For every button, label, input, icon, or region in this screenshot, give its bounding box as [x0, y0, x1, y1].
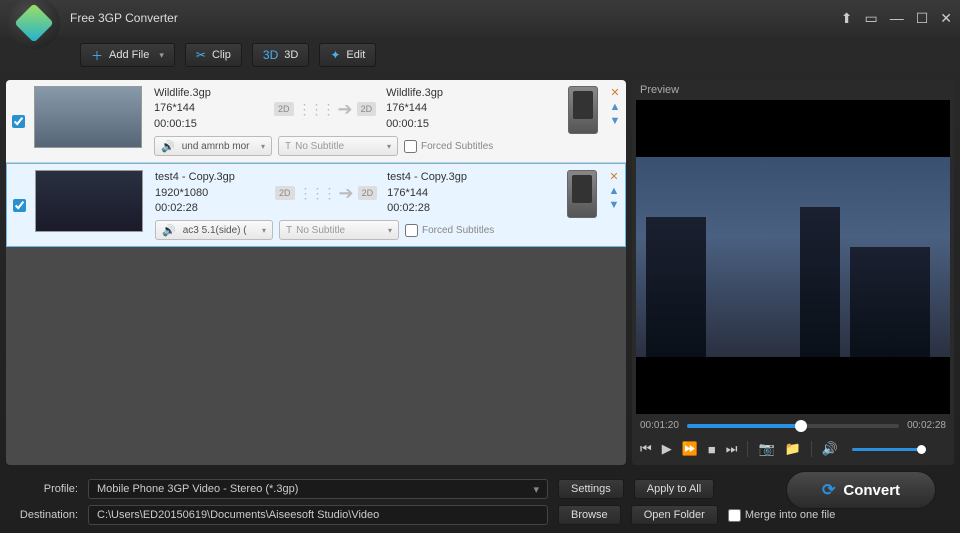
volume-icon[interactable]: 🔊 [822, 441, 838, 457]
forced-subtitles-checkbox[interactable] [405, 224, 418, 237]
audio-track-label: ac3 5.1(side) ( [183, 225, 247, 236]
arrow-icon: ➔ [338, 99, 353, 120]
move-up-button[interactable]: ▲ [610, 101, 621, 113]
forced-subtitles-label: Forced Subtitles [422, 225, 494, 236]
destination-value: C:\Users\ED20150619\Documents\Aiseesoft … [97, 509, 379, 521]
app-title: Free 3GP Converter [70, 11, 178, 25]
profile-value: Mobile Phone 3GP Video - Stereo (*.3gp) [97, 483, 298, 495]
move-down-button[interactable]: ▼ [609, 199, 620, 211]
conversion-indicator: 2D ⋮⋮⋮ ➔ 2D [275, 183, 377, 204]
titlebar: Free 3GP Converter ⬆ ▭ — ☐ ✕ [0, 0, 960, 36]
target-resolution: 176*144 [386, 101, 496, 116]
open-folder-button[interactable]: Open Folder [631, 505, 718, 525]
preview-viewport [636, 100, 950, 414]
file-thumbnail [35, 170, 143, 232]
file-list: Wildlife.3gp 176*144 00:00:15 2D ⋮⋮⋮ ➔ 2… [6, 80, 626, 465]
file-item[interactable]: test4 - Copy.3gp 1920*1080 00:02:28 2D ⋮… [6, 163, 626, 247]
source-resolution: 176*144 [154, 101, 264, 116]
minimize-button[interactable]: — [890, 10, 904, 27]
convert-button[interactable]: ⟳Convert [786, 471, 936, 509]
source-filename: Wildlife.3gp [154, 86, 264, 101]
prev-button[interactable]: ⏮ [640, 441, 652, 457]
2d-badge: 2D [358, 186, 378, 200]
target-filename: Wildlife.3gp [386, 86, 496, 101]
file-checkbox[interactable] [13, 199, 26, 212]
file-thumbnail [34, 86, 142, 148]
source-resolution: 1920*1080 [155, 186, 265, 201]
settings-button[interactable]: Settings [558, 479, 624, 499]
add-file-button[interactable]: ＋Add File [80, 43, 175, 67]
edit-button[interactable]: ✦Edit [319, 43, 376, 67]
play-button[interactable]: ▶ [662, 441, 672, 457]
3d-label: 3D [284, 49, 298, 61]
stop-button[interactable]: ■ [708, 442, 716, 457]
convert-label: Convert [843, 482, 900, 499]
subtitle-dropdown[interactable]: TNo Subtitle [278, 136, 398, 156]
clip-label: Clip [212, 49, 231, 61]
clip-button[interactable]: ✂Clip [185, 43, 242, 67]
subtitle-label: No Subtitle [295, 141, 344, 152]
2d-badge: 2D [274, 102, 294, 116]
move-down-button[interactable]: ▼ [610, 115, 621, 127]
target-filename: test4 - Copy.3gp [387, 170, 497, 185]
volume-slider[interactable] [852, 448, 922, 451]
device-icon[interactable] [568, 86, 598, 134]
audio-track-dropdown[interactable]: ac3 5.1(side) ( [155, 220, 273, 240]
source-duration: 00:02:28 [155, 201, 265, 216]
current-time: 00:01:20 [640, 420, 679, 431]
snapshot-button[interactable]: 📷 [758, 441, 774, 457]
destination-input[interactable]: C:\Users\ED20150619\Documents\Aiseesoft … [88, 505, 548, 525]
target-duration: 00:00:15 [386, 117, 496, 132]
source-filename: test4 - Copy.3gp [155, 170, 265, 185]
next-button[interactable]: ⏭ [726, 441, 738, 457]
apply-to-all-button[interactable]: Apply to All [634, 479, 714, 499]
device-icon[interactable] [567, 170, 597, 218]
seek-slider[interactable] [687, 424, 899, 428]
target-resolution: 176*144 [387, 186, 497, 201]
toolbar: ＋Add File ✂Clip 3D3D ✦Edit [0, 36, 960, 74]
remove-file-button[interactable]: ✕ [610, 86, 619, 99]
feedback-icon[interactable]: ▭ [864, 10, 877, 27]
close-button[interactable]: ✕ [940, 10, 952, 27]
forced-subtitles-checkbox[interactable] [404, 140, 417, 153]
3d-button[interactable]: 3D3D [252, 43, 309, 67]
fast-forward-button[interactable]: ⏩ [682, 441, 698, 457]
move-up-button[interactable]: ▲ [609, 185, 620, 197]
browse-button[interactable]: Browse [558, 505, 621, 525]
subtitle-dropdown[interactable]: TNo Subtitle [279, 220, 399, 240]
merge-checkbox[interactable] [728, 509, 741, 522]
upload-icon[interactable]: ⬆ [841, 10, 853, 27]
source-duration: 00:00:15 [154, 117, 264, 132]
2d-badge: 2D [275, 186, 295, 200]
maximize-button[interactable]: ☐ [916, 10, 929, 27]
file-item[interactable]: Wildlife.3gp 176*144 00:00:15 2D ⋮⋮⋮ ➔ 2… [6, 80, 626, 163]
conversion-indicator: 2D ⋮⋮⋮ ➔ 2D [274, 99, 376, 120]
arrow-icon: ➔ [339, 183, 354, 204]
subtitle-label: No Subtitle [296, 225, 345, 236]
audio-track-dropdown[interactable]: und amrnb mor [154, 136, 272, 156]
profile-dropdown[interactable]: Mobile Phone 3GP Video - Stereo (*.3gp) [88, 479, 548, 499]
target-duration: 00:02:28 [387, 201, 497, 216]
total-time: 00:02:28 [907, 420, 946, 431]
audio-track-label: und amrnb mor [182, 141, 250, 152]
remove-file-button[interactable]: ✕ [609, 170, 618, 183]
profile-label: Profile: [12, 483, 78, 495]
add-file-label: Add File [109, 49, 149, 61]
merge-label: Merge into one file [745, 509, 836, 521]
edit-label: Edit [346, 49, 365, 61]
open-snapshot-folder-button[interactable]: 📁 [785, 441, 801, 457]
2d-badge: 2D [357, 102, 377, 116]
forced-subtitles-label: Forced Subtitles [421, 141, 493, 152]
preview-label: Preview [632, 80, 954, 100]
file-checkbox[interactable] [12, 115, 25, 128]
destination-label: Destination: [12, 509, 78, 521]
